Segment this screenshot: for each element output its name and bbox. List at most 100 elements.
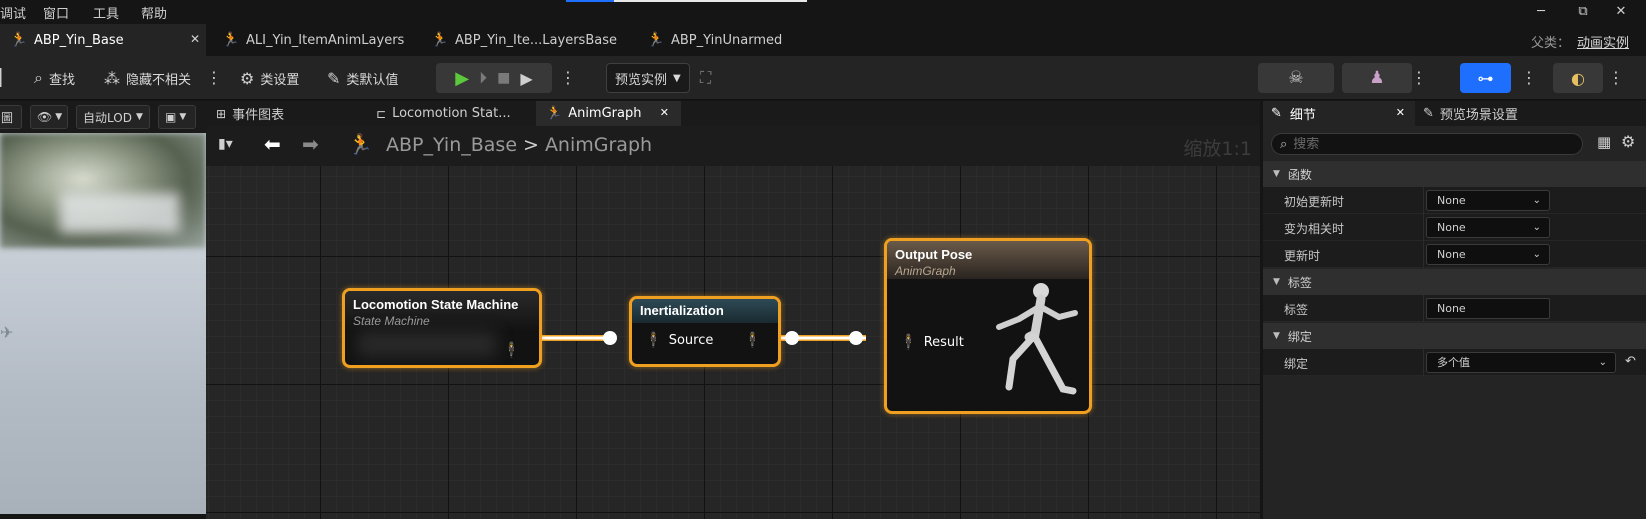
column-divider[interactable]: [1423, 187, 1424, 214]
output-pose-pin[interactable]: 🕴: [502, 341, 527, 359]
node-header: Inertialization: [632, 299, 778, 323]
anim-graph-canvas[interactable]: Locomotion State Machine State Machine 🕴…: [206, 166, 1260, 519]
preview-instance-dropdown[interactable]: 预览实例 ▼: [606, 63, 690, 93]
view-mode-dropdown[interactable]: 👁 ▼: [30, 105, 68, 129]
asset-tab-label: ABP_Yin_Ite...LayersBase: [455, 32, 617, 48]
close-window-button[interactable]: ✕: [1606, 2, 1636, 22]
tab-event-graph[interactable]: ⊞ 事件图表: [216, 101, 336, 126]
tab-locomotion-state[interactable]: ⊏ Locomotion Stat...: [376, 101, 526, 126]
wire-bubble: [849, 331, 863, 345]
debug-object-icon[interactable]: ⛶: [700, 68, 711, 88]
on-update-combo[interactable]: None ⌄: [1426, 244, 1550, 265]
anim-blueprint-icon: 🏃: [431, 32, 449, 48]
tag-input[interactable]: None: [1426, 298, 1550, 319]
initial-update-combo[interactable]: None ⌄: [1426, 190, 1550, 211]
viewport-menu-dropdown[interactable]: 圖: [0, 105, 22, 129]
become-relevant-combo[interactable]: None ⌄: [1426, 217, 1550, 238]
binding-combo[interactable]: 多个值 ⌄: [1426, 352, 1616, 373]
column-divider[interactable]: [1423, 295, 1424, 322]
more-options-icon[interactable]: ⋮: [206, 68, 222, 88]
class-settings-button[interactable]: ⚙ 类设置: [240, 64, 299, 92]
class-settings-label: 类设置: [260, 72, 300, 88]
close-icon[interactable]: ✕: [660, 106, 669, 119]
menu-help[interactable]: 帮助: [141, 3, 167, 22]
lod-dropdown[interactable]: 自动LOD ▼: [76, 105, 150, 129]
more-options-icon[interactable]: ⋮: [1608, 68, 1624, 88]
section-functions[interactable]: ▼ 函数: [1263, 161, 1646, 187]
output-pose-pin[interactable]: 🕴: [743, 331, 768, 349]
preview-viewport[interactable]: ✈: [0, 133, 206, 514]
back-arrow-icon[interactable]: ⬅: [264, 132, 281, 156]
gear-icon[interactable]: ⚙: [1621, 132, 1635, 151]
forward-arrow-icon[interactable]: ➡: [302, 132, 319, 156]
column-divider[interactable]: [1423, 214, 1424, 241]
blueprint-mode-button[interactable]: ⊶: [1460, 63, 1511, 93]
mesh-icon: ♟: [1369, 68, 1385, 88]
property-label: 绑定: [1284, 357, 1309, 371]
details-search[interactable]: ⌕: [1271, 133, 1583, 155]
asset-tab-label: ABP_YinUnarmed: [671, 32, 783, 48]
table-view-icon[interactable]: ▦: [1597, 133, 1611, 151]
restore-button[interactable]: ⧉: [1568, 2, 1598, 22]
node-output-pose[interactable]: Output Pose AnimGraph 🕴 Result: [884, 238, 1092, 414]
node-title: Output Pose: [895, 247, 973, 262]
tab-anim-graph[interactable]: 🏃 AnimGraph ✕: [536, 101, 681, 126]
asset-tab-abp-yin-unarmed[interactable]: 🏃 ABP_YinUnarmed: [647, 24, 827, 56]
preview-instance-label: 预览实例: [615, 72, 668, 88]
search-icon: ⌕: [34, 68, 43, 87]
skeleton-mode-button[interactable]: ☠: [1258, 63, 1334, 93]
section-tags[interactable]: ▼ 标签: [1263, 269, 1646, 295]
node-locomotion-state-machine[interactable]: Locomotion State Machine State Machine 🕴: [342, 288, 542, 368]
close-icon[interactable]: ✕: [1396, 106, 1405, 119]
blueprint-graph-icon: ⊶: [1477, 68, 1494, 88]
possess-icon[interactable]: ▶: [520, 69, 532, 88]
menu-window[interactable]: 窗口: [43, 3, 69, 22]
mesh-mode-button[interactable]: ♟: [1342, 63, 1412, 93]
asset-tab-abp-yin-base[interactable]: 🏃 ABP_Yin_Base ✕: [0, 24, 206, 56]
breadcrumb-root[interactable]: ABP_Yin_Base: [386, 134, 517, 156]
stop-icon[interactable]: ■: [497, 70, 510, 86]
hide-unrelated-button[interactable]: ⁂ 隐藏不相关: [104, 64, 191, 92]
tab-preview-scene-settings[interactable]: ✎ 预览场景设置: [1423, 101, 1573, 126]
node-inertialization[interactable]: Inertialization 🕴 Source 🕴: [629, 296, 781, 367]
combo-value: None: [1437, 221, 1466, 234]
class-defaults-button[interactable]: ✎ 类默认值: [327, 64, 398, 92]
asset-tab-bar: 🏃 ABP_Yin_Base ✕ 🏃 ALI_Yin_ItemAnimLayer…: [0, 24, 1646, 56]
tab-details[interactable]: ✎ 细节 ✕: [1263, 101, 1415, 126]
character-silhouette: ✈: [0, 323, 14, 342]
more-options-icon[interactable]: ⋮: [1411, 68, 1427, 88]
search-icon: ⌕: [1280, 136, 1288, 152]
section-binding[interactable]: ▼ 绑定: [1263, 323, 1646, 349]
menu-debug[interactable]: 调试: [0, 3, 26, 22]
minimize-button[interactable]: ─: [1526, 2, 1556, 22]
property-label: 变为相关时: [1284, 222, 1345, 236]
search-input[interactable]: [1293, 136, 1554, 152]
pin-label: Source: [668, 332, 714, 348]
reset-icon[interactable]: ↶: [1625, 354, 1636, 369]
more-options-icon[interactable]: ▏: [0, 68, 12, 88]
parent-class-link[interactable]: 动画实例: [1577, 32, 1629, 51]
zoom-label: 缩放1:1: [1183, 138, 1252, 160]
column-divider[interactable]: [1423, 349, 1424, 376]
viewport-toolbar: 圖 👁 ▼ 自动LOD ▼ ▣ ▼: [0, 101, 206, 133]
property-row-initial-update: 初始更新时 None ⌄: [1263, 187, 1646, 214]
result-pin[interactable]: 🕴 Result: [899, 333, 964, 351]
find-button[interactable]: ⌕ 查找: [34, 64, 75, 92]
source-pin[interactable]: 🕴 Source: [644, 331, 713, 349]
column-divider[interactable]: [1423, 241, 1424, 268]
node-subtitle: AnimGraph: [895, 264, 956, 278]
step-icon[interactable]: ⏵: [479, 68, 487, 88]
asset-tab-ali-item-anim-layers[interactable]: 🏃 ALI_Yin_ItemAnimLayers: [222, 24, 422, 56]
asset-tab-abp-item-layers-base[interactable]: 🏃 ABP_Yin_Ite...LayersBase: [431, 24, 631, 56]
collapse-triangle-icon: ▼: [1273, 277, 1280, 287]
node-header: Output Pose AnimGraph: [887, 241, 1089, 279]
asset-tab-label: ALI_Yin_ItemAnimLayers: [246, 32, 405, 48]
bookmark-icon[interactable]: ▮▾: [218, 136, 233, 152]
close-icon[interactable]: ✕: [190, 32, 200, 46]
more-options-icon[interactable]: ⋮: [1521, 68, 1537, 88]
more-options-icon[interactable]: ⋮: [560, 68, 576, 88]
show-flags-dropdown[interactable]: ▣ ▼: [158, 105, 196, 129]
play-icon[interactable]: ▶: [455, 68, 469, 89]
menu-tools[interactable]: 工具: [93, 3, 119, 22]
anim-mode-button[interactable]: ◐: [1553, 63, 1603, 93]
